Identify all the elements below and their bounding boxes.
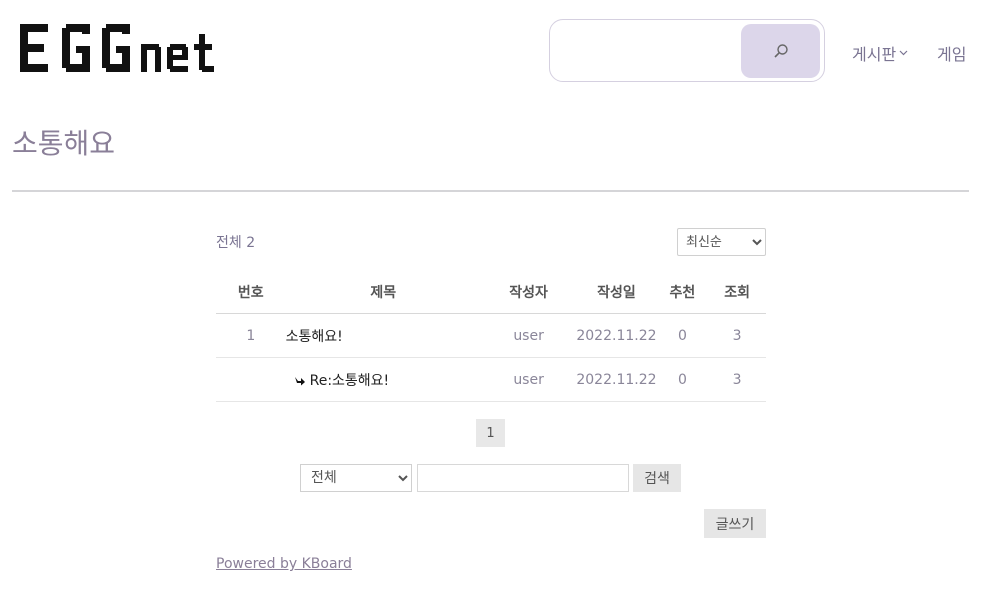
nav-board-menu[interactable]: 게시판 [852,41,908,65]
row-number: 1 [216,313,286,358]
table-row[interactable]: 1 소통해요! user 2022.11.22 0 3 [216,313,766,358]
search-target-select[interactable]: 전체 [300,464,412,492]
powered-by-link[interactable]: Powered by KBoard [216,556,352,572]
total-count: 전체 2 [216,235,256,251]
post-title-link[interactable]: Re:소통해요! [310,373,390,389]
sort-select[interactable]: 최신순 [677,228,766,256]
page-button-1[interactable]: 1 [476,419,505,447]
search-icon [773,44,788,58]
post-title-link[interactable]: 소통해요! [286,329,343,345]
table-row[interactable]: Re:소통해요! user 2022.11.22 0 3 [216,357,766,402]
column-header-author: 작성자 [480,270,577,314]
header-search-input[interactable] [558,28,742,75]
table-header-row: 번호 제목 작성자 작성일 추천 조회 [216,270,766,314]
row-author: user [480,313,577,358]
row-views: 3 [708,357,766,402]
board-search-input[interactable] [417,464,629,492]
board-search-button[interactable]: 검색 [633,464,681,492]
page-title: 소통해요 [12,127,116,160]
reply-arrow-icon [294,376,305,385]
board-table: 번호 제목 작성자 작성일 추천 조회 1 소통해요! user 2022.11… [216,270,766,402]
row-title-cell[interactable]: 소통해요! [285,313,481,358]
row-votes: 0 [656,313,709,358]
row-title-cell[interactable]: Re:소통해요! [285,357,481,402]
column-header-date: 작성일 [576,270,657,314]
nav-board-label: 게시판 [852,45,897,64]
write-button[interactable]: 글쓰기 [704,509,766,538]
row-number [216,357,286,402]
eggnet-logo[interactable] [20,20,225,76]
column-header-votes: 추천 [656,270,709,314]
row-views: 3 [708,313,766,358]
column-header-views: 조회 [708,270,766,314]
column-header-title: 제목 [285,270,481,314]
header-search [549,19,825,82]
column-header-number: 번호 [216,270,286,314]
header-search-button[interactable] [741,24,820,78]
row-votes: 0 [656,357,709,402]
row-date: 2022.11.22 [576,313,657,358]
row-author: user [480,357,577,402]
nav-game-link[interactable]: 게임 [937,41,966,65]
title-divider [12,190,969,192]
chevron-down-icon [899,50,908,56]
row-date: 2022.11.22 [576,357,657,402]
